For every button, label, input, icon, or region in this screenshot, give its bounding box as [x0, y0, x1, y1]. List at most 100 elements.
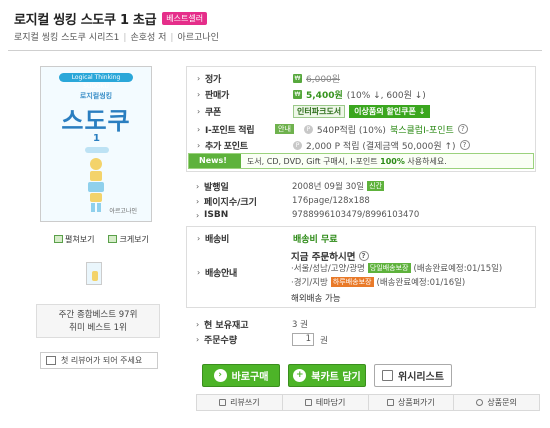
sale-price-detail: (10% ↓, 600원 ↓)	[346, 90, 426, 101]
share-icon	[386, 399, 394, 406]
question-icon	[476, 399, 484, 406]
overseas-line: 해외배송 가능	[291, 294, 341, 304]
isbn-row: › ISBN 9788996103479/8996103470	[196, 210, 420, 220]
arrow-icon: ›	[213, 369, 227, 382]
author-link[interactable]: 손호성 저	[130, 33, 166, 43]
next-day-tag: 하루배송보장	[330, 277, 374, 287]
extra-point-value: 2,000 P 적립 (결제금액 50,000원 ↑)	[306, 141, 456, 152]
preview-icon	[54, 235, 63, 243]
list-price-label: 정가	[205, 74, 221, 85]
rank-weekly[interactable]: 주간 종합베스트 97위	[37, 309, 159, 322]
new-tag: 신간	[367, 181, 385, 191]
coupon-download-button[interactable]: 이상품의 할인쿠폰 ↓	[349, 104, 431, 118]
cart-icon: +	[293, 369, 307, 382]
product-inquiry-action[interactable]: 상품문의	[454, 395, 539, 410]
action-bar: 리뷰쓰기 테마담기 상품퍼가기 상품문의	[196, 394, 540, 411]
rank-box: 주간 종합베스트 97위 취미 베스트 1위	[36, 304, 160, 338]
zoom-icon	[108, 235, 118, 243]
quantity-label: 주문수량	[204, 336, 238, 346]
extra-point-row: › 추가 포인트 P 2,000 P 적립 (결제금액 50,000원 ↑)?	[197, 138, 470, 152]
wishlist-icon	[382, 370, 393, 381]
price-box: › 정가 ₩6,000원 › 판매가 ₩5,400원 (10% ↓, 600원 ↓…	[186, 66, 536, 172]
quantity-unit: 권	[320, 335, 328, 346]
book-cover[interactable]: Logical Thinking SUDOKU 로지컬씽킹 스도쿠 1 아르고나…	[40, 66, 152, 222]
cover-subtitle: 로지컬씽킹	[79, 92, 113, 100]
shipping-guide-label: 배송안내	[205, 268, 237, 279]
meta-separator: |	[123, 33, 127, 43]
sale-price-value: 5,400원	[306, 90, 343, 101]
cover-level-bar	[85, 147, 109, 153]
shipping-box: › 배송비 배송비 무료 › 배송안내 지금 주문하시면? ·서울/성남/고양/…	[186, 226, 536, 308]
page-title: 로지컬 씽킹 스도쿠 1 초급	[14, 13, 157, 28]
extra-point-label: 추가 포인트	[205, 141, 248, 152]
coupon-row: › 쿠폰 인터파크도서 이상품의 할인쿠폰 ↓	[197, 104, 431, 118]
sale-price-label: 판매가	[205, 90, 229, 101]
won-icon: ₩	[293, 73, 302, 83]
meta-separator: |	[170, 33, 174, 43]
quantity-row: › 주문수량 1권	[196, 333, 328, 346]
same-day-tag: 당일배송보장	[367, 263, 411, 273]
shipping-fee-label: 배송비	[205, 234, 229, 245]
stock-row: › 현 보유재고 3 권	[196, 319, 308, 331]
ipoint-club-link[interactable]: 북스클럽I-포인트	[390, 123, 454, 136]
buy-now-button[interactable]: › 바로구매	[202, 364, 280, 387]
list-price-value: 6,000원	[306, 74, 341, 85]
ipoint-label: I-포인트 적립	[205, 125, 255, 136]
publisher-link[interactable]: 아르고나인	[177, 33, 218, 43]
zoom-link[interactable]: 크게보기	[108, 234, 149, 245]
quantity-input[interactable]: 1	[292, 333, 314, 346]
point-icon: P	[303, 124, 313, 134]
book-meta: 로지컬 씽킹 스도쿠 시리즈1 | 손호성 저 | 아르고나인	[14, 30, 219, 43]
write-review-action[interactable]: 리뷰쓰기	[197, 395, 283, 410]
pubdate-label: 발행일	[204, 182, 229, 193]
region1-line: ·서울/성남/고양/광명 당일배송보장 (배송완료예정:01/15일)	[291, 263, 503, 274]
cover-number: 1	[93, 133, 100, 144]
wishlist-button[interactable]: 위시리스트	[374, 364, 452, 387]
help-icon[interactable]: ?	[459, 140, 470, 150]
region2-line: ·경기/지방 하루배송보장 (배송완료예정:01/16일)	[291, 277, 466, 288]
isbn-value: 9788996103479/8996103470	[292, 210, 420, 220]
ipoint-info-tag[interactable]: 안내	[275, 124, 294, 134]
cover-links: 펼쳐보기 크게보기	[54, 234, 149, 245]
coupon-label: 쿠폰	[205, 107, 221, 118]
news-tag: News!	[189, 154, 241, 168]
pages-label: 페이지수/크기	[204, 197, 257, 208]
shipping-fee-row: › 배송비 배송비 무료	[197, 233, 338, 245]
ipoint-value: 540P적립 (10%)	[316, 125, 386, 136]
stock-label: 현 보유재고	[204, 320, 249, 331]
title-row: 로지컬 씽킹 스도쿠 1 초급 베스트셀러	[14, 9, 208, 28]
sale-price-row: › 판매가 ₩5,400원 (10% ↓, 600원 ↓)	[197, 89, 426, 101]
bestseller-badge: 베스트셀러	[162, 12, 208, 25]
pubdate-value: 2008년 09월 30일	[292, 182, 365, 192]
ipoint-row: › I-포인트 적립 안내 P 540P적립 (10%) 북스클럽I-포인트?	[197, 122, 468, 136]
add-to-cart-button[interactable]: + 북카트 담기	[288, 364, 366, 387]
help-icon[interactable]: ?	[457, 124, 468, 134]
cover-title: 스도쿠	[61, 107, 131, 135]
pencil-icon	[219, 399, 227, 406]
pubdate-row: › 발행일 2008년 09월 30일 신간	[196, 181, 385, 193]
first-review-button[interactable]: 첫 리뷰어가 되어 주세요	[40, 352, 158, 369]
rank-hobby[interactable]: 취미 베스트 1위	[37, 322, 159, 335]
series-link[interactable]: 로지컬 씽킹 스도쿠 시리즈1	[14, 33, 119, 43]
shipping-guide-row: › 배송안내	[197, 265, 293, 279]
cover-thumbnail[interactable]	[86, 262, 102, 285]
isbn-label: ISBN	[204, 210, 229, 220]
shipping-fee-value: 배송비 무료	[293, 234, 338, 245]
cover-publisher: 아르고나인	[109, 208, 137, 215]
news-bar: News! 도서, CD, DVD, Gift 구매시, I-포인트 100% …	[188, 153, 534, 169]
news-text: 도서, CD, DVD, Gift 구매시, I-포인트 100% 사용하세요.	[246, 156, 447, 166]
coupon-store-badge: 인터파크도서	[293, 104, 346, 118]
pencil-icon	[46, 356, 56, 365]
won-icon: ₩	[293, 89, 302, 99]
point-icon: P	[293, 140, 302, 150]
folder-icon	[304, 399, 312, 406]
header-divider	[8, 50, 542, 51]
add-theme-action[interactable]: 테마담기	[283, 395, 369, 410]
cover-figure-illustration	[88, 158, 104, 212]
pages-row: › 페이지수/크기 176page/128x188	[196, 196, 370, 208]
list-price-row: › 정가 ₩6,000원	[197, 73, 341, 85]
help-icon[interactable]: ?	[358, 251, 369, 261]
share-action[interactable]: 상품퍼가기	[369, 395, 455, 410]
pages-value: 176page/128x188	[292, 196, 370, 206]
preview-link[interactable]: 펼쳐보기	[54, 234, 94, 245]
